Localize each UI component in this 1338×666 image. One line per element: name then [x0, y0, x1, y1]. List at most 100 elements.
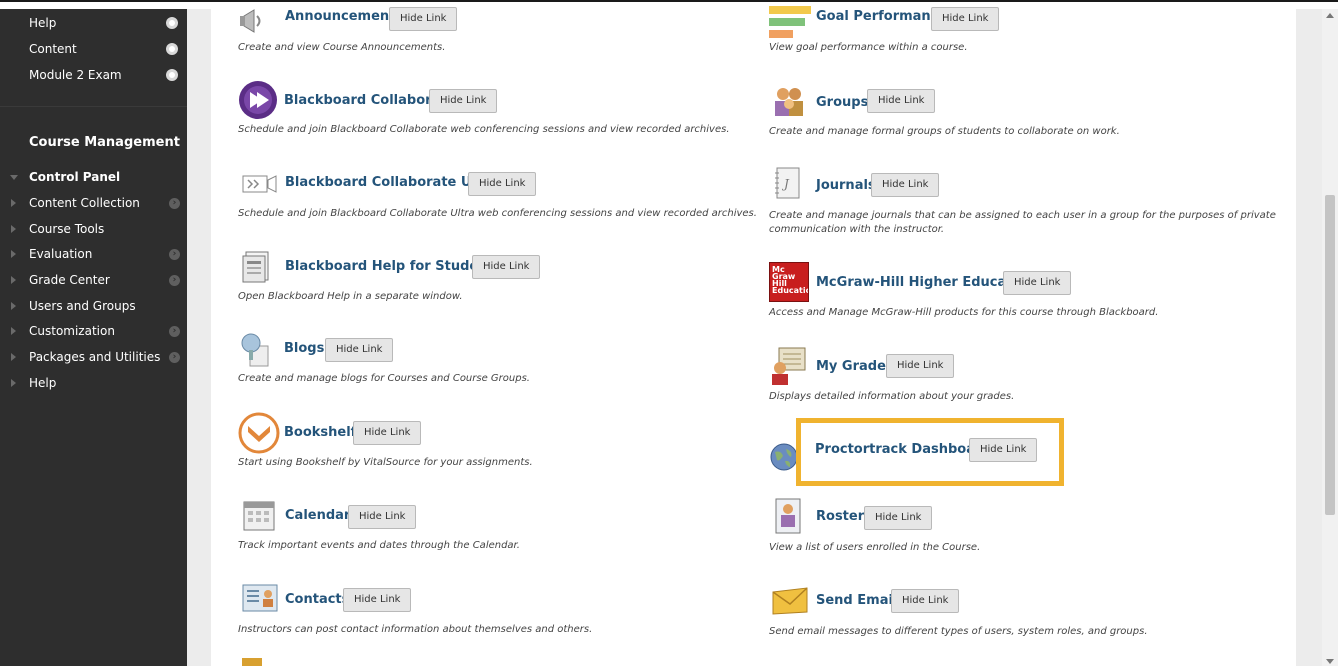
caret-right-icon	[11, 302, 16, 310]
help-document-icon	[242, 251, 269, 283]
tool-bookshelf: Bookshelf Hide Link Start using Bookshel…	[238, 412, 758, 468]
control-panel-toggle[interactable]: Control Panel	[0, 165, 187, 189]
tool-link-roster[interactable]: Roster	[816, 509, 864, 524]
scrollbar-thumb[interactable]	[1325, 195, 1335, 515]
tool-description: Start using Bookshelf by VitalSource for…	[238, 457, 533, 468]
caret-right-icon	[11, 379, 16, 387]
goal-chart-icon	[769, 6, 811, 38]
cp-item-course-tools[interactable]: Course Tools	[0, 217, 187, 241]
journal-icon: J	[775, 167, 800, 199]
scroll-up-arrow-icon[interactable]	[1326, 13, 1334, 18]
submenu-arrow-icon[interactable]: ›	[169, 248, 180, 260]
tool-roster: Roster Hide Link View a list of users en…	[769, 498, 1289, 553]
cp-item-customization[interactable]: Customization ›	[0, 319, 187, 343]
highlight-box	[796, 418, 1064, 486]
sidebar-item-module-2-exam[interactable]: Module 2 Exam	[0, 63, 187, 87]
sidebar-item-content[interactable]: Content	[0, 37, 187, 61]
right-gutter	[1296, 9, 1322, 666]
tool-description: Send email messages to different types o…	[769, 626, 1148, 637]
hide-link-button[interactable]: Hide Link	[389, 7, 458, 31]
hide-link-button[interactable]: Hide Link	[871, 173, 940, 197]
cp-item-grade-center[interactable]: Grade Center ›	[0, 268, 187, 292]
cp-item-label: Content Collection	[29, 196, 140, 210]
hide-link-button[interactable]: Hide Link	[886, 354, 955, 378]
caret-right-icon	[11, 276, 16, 284]
submenu-arrow-icon[interactable]: ›	[169, 197, 180, 209]
cp-item-content-collection[interactable]: Content Collection ›	[0, 191, 187, 215]
tool-description: View a list of users enrolled in the Cou…	[769, 542, 981, 553]
tool-contacts: Contacts Hide Link Instructors can post …	[238, 582, 758, 637]
hide-link-button[interactable]: Hide Link	[472, 255, 541, 279]
hide-link-button[interactable]: Hide Link	[429, 89, 498, 113]
tool-announcements: Announcements Hide Link Create and view …	[238, 4, 758, 54]
tool-link-goal-performance[interactable]: Goal Performance	[816, 9, 947, 24]
submenu-arrow-icon[interactable]: ›	[169, 351, 180, 363]
cp-item-label: Customization	[29, 324, 115, 338]
globe-icon	[770, 443, 798, 471]
tool-link-announcements[interactable]: Announcements	[285, 9, 403, 24]
groups-icon	[775, 88, 803, 116]
tool-link-blackboard-help-for-students[interactable]: Blackboard Help for Students	[285, 259, 501, 274]
tool-goal-performance: Goal Performance Hide Link View goal per…	[769, 4, 1289, 54]
cp-item-packages-and-utilities[interactable]: Packages and Utilities ›	[0, 345, 187, 369]
hide-link-button[interactable]: Hide Link	[931, 7, 1000, 31]
hide-link-button[interactable]: Hide Link	[1003, 271, 1072, 295]
tool-blackboard-collaborate: Blackboard Collaborate Hide Link Schedul…	[238, 80, 778, 135]
sidebar-item-help-top[interactable]: Help	[0, 11, 187, 35]
tool-description: Track important events and dates through…	[238, 540, 520, 551]
calendar-icon	[243, 501, 275, 531]
mcgraw-hill-logo-icon: Mc Graw Hill Education	[769, 262, 809, 302]
hide-link-button[interactable]: Hide Link	[325, 338, 394, 362]
sidebar-item-label: Help	[29, 16, 57, 30]
collaborate-icon	[239, 81, 277, 119]
grades-icon	[772, 347, 806, 385]
control-panel-label: Control Panel	[29, 170, 121, 184]
caret-down-icon	[10, 174, 18, 180]
roster-icon	[775, 498, 801, 534]
tool-link-calendar[interactable]: Calendar	[285, 508, 350, 523]
tool-groups: Groups Hide Link Create and manage forma…	[769, 84, 1289, 139]
tool-link-bookshelf[interactable]: Bookshelf	[284, 425, 356, 440]
tool-description: Create and manage formal groups of stude…	[769, 126, 1120, 137]
options-circle-icon[interactable]	[166, 43, 178, 55]
course-management-heading: Course Management	[29, 135, 180, 150]
hide-link-button[interactable]: Hide Link	[348, 505, 417, 529]
tool-send-email: Send Email Hide Link Send email messages…	[769, 582, 1289, 637]
submenu-arrow-icon[interactable]: ›	[169, 325, 180, 337]
tool-link-blackboard-collaborate-ultra[interactable]: Blackboard Collaborate Ultra	[285, 175, 497, 190]
tool-blogs: Blogs Hide Link Create and manage blogs …	[238, 332, 758, 387]
options-circle-icon[interactable]	[166, 69, 178, 81]
tool-description: Displays detailed information about your…	[769, 391, 1015, 402]
megaphone-icon	[240, 9, 261, 33]
envelope-icon	[772, 587, 808, 615]
page-scrollbar[interactable]	[1322, 9, 1338, 666]
tool-description: Create and view Course Announcements.	[238, 42, 446, 53]
tool-calendar: Calendar Hide Link Track important event…	[238, 498, 758, 553]
cp-item-label: Course Tools	[29, 222, 105, 236]
hide-link-button[interactable]: Hide Link	[891, 589, 960, 613]
hide-link-button[interactable]: Hide Link	[353, 421, 422, 445]
tool-link-contacts[interactable]: Contacts	[285, 592, 349, 607]
cp-item-evaluation[interactable]: Evaluation ›	[0, 242, 187, 266]
scroll-down-arrow-icon[interactable]	[1326, 659, 1334, 664]
partial-tool-icon	[242, 658, 262, 666]
tool-link-journals[interactable]: Journals	[816, 178, 876, 193]
tool-link-my-grades[interactable]: My Grades	[816, 359, 894, 374]
tool-link-groups[interactable]: Groups	[816, 95, 868, 110]
hide-link-button[interactable]: Hide Link	[468, 172, 537, 196]
tool-description: Open Blackboard Help in a separate windo…	[238, 291, 463, 302]
hide-link-button[interactable]: Hide Link	[343, 588, 412, 612]
options-circle-icon[interactable]	[166, 17, 178, 29]
tool-link-blogs[interactable]: Blogs	[284, 341, 324, 356]
hide-link-button[interactable]: Hide Link	[864, 506, 933, 530]
caret-right-icon	[11, 327, 16, 335]
sidebar-item-label: Content	[29, 42, 77, 56]
left-gutter	[187, 9, 211, 666]
submenu-arrow-icon[interactable]: ›	[169, 274, 180, 286]
tool-link-send-email[interactable]: Send Email	[816, 593, 897, 608]
hide-link-button[interactable]: Hide Link	[867, 89, 936, 113]
cp-item-users-and-groups[interactable]: Users and Groups	[0, 294, 187, 318]
cp-item-label: Packages and Utilities	[29, 350, 161, 364]
caret-right-icon	[11, 199, 16, 207]
cp-item-help[interactable]: Help	[0, 371, 187, 395]
